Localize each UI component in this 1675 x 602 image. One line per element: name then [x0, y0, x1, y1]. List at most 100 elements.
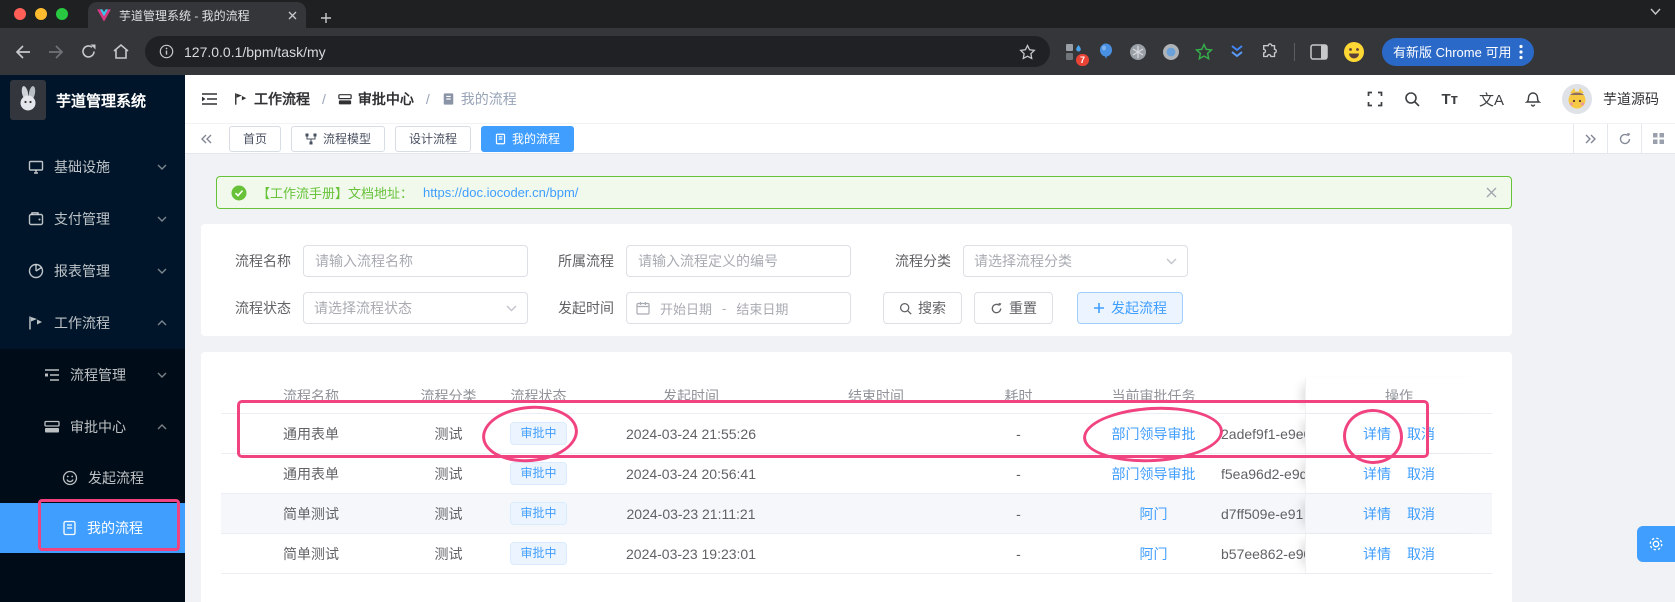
search-icon[interactable]: [1404, 91, 1421, 107]
theme-settings-button[interactable]: [1637, 526, 1675, 562]
sidebar-item-workflow[interactable]: 工作流程: [0, 297, 185, 349]
extension-gray-circle-icon[interactable]: [1129, 43, 1147, 61]
table-row: 通用表单 测试 审批中 2024-03-24 20:56:41 - 部门领导审批…: [221, 454, 1492, 494]
browser-menu-icon[interactable]: [1519, 44, 1524, 60]
browser-tab[interactable]: 芋道管理系统 - 我的流程: [88, 2, 306, 28]
breadcrumb-separator: /: [322, 91, 326, 107]
site-info-icon[interactable]: [159, 44, 174, 59]
task-link[interactable]: 阿门: [1140, 546, 1168, 562]
new-tab-button[interactable]: [320, 12, 332, 24]
cancel-link[interactable]: 取消: [1407, 544, 1435, 564]
username-label[interactable]: 芋道源码: [1603, 89, 1659, 109]
tab-label: 设计流程: [409, 132, 458, 146]
tab-design-process[interactable]: 设计流程: [395, 125, 472, 152]
banner-close-icon[interactable]: [1486, 187, 1497, 198]
side-panel-icon[interactable]: [1310, 43, 1328, 60]
doc-link[interactable]: https://doc.iocoder.cn/bpm/: [423, 185, 578, 200]
tabbar-controls: [1573, 123, 1675, 154]
tabs-scroll-right-icon[interactable]: [1573, 123, 1607, 154]
close-tab-icon[interactable]: [288, 11, 297, 20]
select-placeholder: 请选择流程分类: [974, 253, 1072, 269]
cancel-link[interactable]: 取消: [1407, 464, 1435, 484]
search-icon: [899, 302, 912, 315]
reset-button-label: 重置: [1009, 300, 1037, 316]
toolbar-divider: [1294, 42, 1295, 61]
tab-my-process[interactable]: 我的流程: [481, 125, 575, 152]
sidebar-item-my-process[interactable]: 我的流程: [0, 503, 185, 553]
address-bar[interactable]: 127.0.0.1/bpm/task/my: [145, 36, 1050, 67]
detail-link[interactable]: 详情: [1363, 464, 1391, 484]
reset-button[interactable]: 重置: [974, 292, 1053, 324]
extension-balloon-icon[interactable]: [1098, 43, 1114, 61]
cancel-link[interactable]: 取消: [1407, 424, 1435, 444]
process-name: 简单测试: [283, 545, 339, 562]
current-task: 部门领导审批: [1086, 424, 1221, 444]
process-definition-input[interactable]: [626, 245, 851, 277]
font-size-icon[interactable]: Tт: [1441, 91, 1458, 108]
row-actions: 详情 取消: [1305, 494, 1492, 533]
select-placeholder: 请选择流程状态: [314, 300, 412, 316]
minimize-window-button[interactable]: [35, 8, 47, 20]
close-window-button[interactable]: [14, 8, 26, 20]
sidebar-item-process-manage[interactable]: 流程管理: [0, 349, 185, 401]
breadcrumb-label: 审批中心: [357, 91, 414, 107]
cancel-link[interactable]: 取消: [1407, 504, 1435, 524]
reload-icon[interactable]: [80, 43, 97, 60]
tab-home[interactable]: 首页: [229, 125, 282, 152]
back-icon[interactable]: [14, 44, 32, 60]
sidebar-item-label: 支付管理: [54, 211, 110, 227]
extension-grid-icon[interactable]: 7: [1065, 43, 1089, 66]
process-category-select[interactable]: 请选择流程分类: [963, 245, 1188, 277]
process-category: 测试: [434, 425, 463, 442]
duration: -: [1016, 545, 1021, 562]
sidebar-item-label: 流程管理: [70, 367, 126, 383]
app-logo-row[interactable]: 芋道管理系统: [0, 75, 185, 125]
extensions-puzzle-icon[interactable]: [1261, 42, 1279, 61]
sidebar-item-payment[interactable]: 支付管理: [0, 193, 185, 245]
breadcrumb-item-approval-center[interactable]: 审批中心: [338, 89, 414, 109]
locale-icon[interactable]: 文A: [1479, 89, 1504, 110]
sidebar-item-start-process[interactable]: 发起流程: [0, 453, 185, 503]
process-name-input[interactable]: [303, 245, 528, 277]
start-time-range-picker[interactable]: 开始日期 - 结束日期: [626, 292, 851, 324]
collapse-menu-icon[interactable]: [201, 92, 218, 106]
app-logo-avatar: [10, 80, 46, 120]
fullscreen-icon[interactable]: [1367, 91, 1383, 107]
range-separator: -: [722, 300, 727, 316]
forward-icon[interactable]: [47, 44, 65, 60]
extension-green-star-icon[interactable]: [1195, 42, 1213, 61]
refresh-tab-icon[interactable]: [1607, 123, 1641, 154]
detail-link[interactable]: 详情: [1363, 504, 1391, 524]
tabs-scroll-left-icon[interactable]: [191, 134, 221, 144]
detail-link[interactable]: 详情: [1363, 424, 1391, 444]
tab-process-model[interactable]: 流程模型: [291, 125, 386, 152]
extension-badge: 7: [1075, 53, 1089, 66]
task-link[interactable]: 部门领导审批: [1112, 426, 1196, 442]
sidebar-item-approval-center[interactable]: 审批中心: [0, 401, 185, 453]
search-button[interactable]: 搜索: [883, 292, 962, 324]
tabs-menu-grid-icon[interactable]: [1641, 123, 1675, 154]
chrome-update-button[interactable]: 有新版 Chrome 可用: [1382, 37, 1535, 66]
sidebar-item-report[interactable]: 报表管理: [0, 245, 185, 297]
table-row: 通用表单 测试 审批中 2024-03-24 21:55:26 - 部门领导审批…: [221, 414, 1492, 454]
extension-chevrons-icon[interactable]: [1228, 44, 1246, 60]
extension-dot-circle-icon[interactable]: [1162, 43, 1180, 61]
bell-icon[interactable]: [1525, 91, 1541, 108]
maximize-window-button[interactable]: [56, 8, 68, 20]
sidebar-item-infrastructure[interactable]: 基础设施: [0, 141, 185, 193]
filter-row-2: 流程状态 请选择流程状态 发起时间 开始日期 - 结束日期 搜索 重置 发起流程: [233, 292, 1512, 324]
process-status-select[interactable]: 请选择流程状态: [303, 292, 528, 324]
breadcrumb-item-workflow[interactable]: 工作流程: [234, 89, 310, 109]
emoji-profile-icon[interactable]: [1343, 41, 1365, 63]
task-link[interactable]: 部门领导审批: [1112, 466, 1196, 482]
bookmark-star-icon[interactable]: [1019, 43, 1036, 60]
task-link[interactable]: 阿门: [1140, 506, 1168, 522]
home-icon[interactable]: [112, 43, 130, 60]
tab-search-chevron-icon[interactable]: [1650, 8, 1661, 15]
process-name: 通用表单: [283, 465, 339, 482]
create-process-button[interactable]: 发起流程: [1077, 292, 1183, 324]
start-time: 2024-03-23 19:23:01: [626, 545, 756, 562]
detail-link[interactable]: 详情: [1363, 544, 1391, 564]
notebook-icon: [442, 92, 455, 106]
user-avatar[interactable]: [1562, 84, 1592, 114]
